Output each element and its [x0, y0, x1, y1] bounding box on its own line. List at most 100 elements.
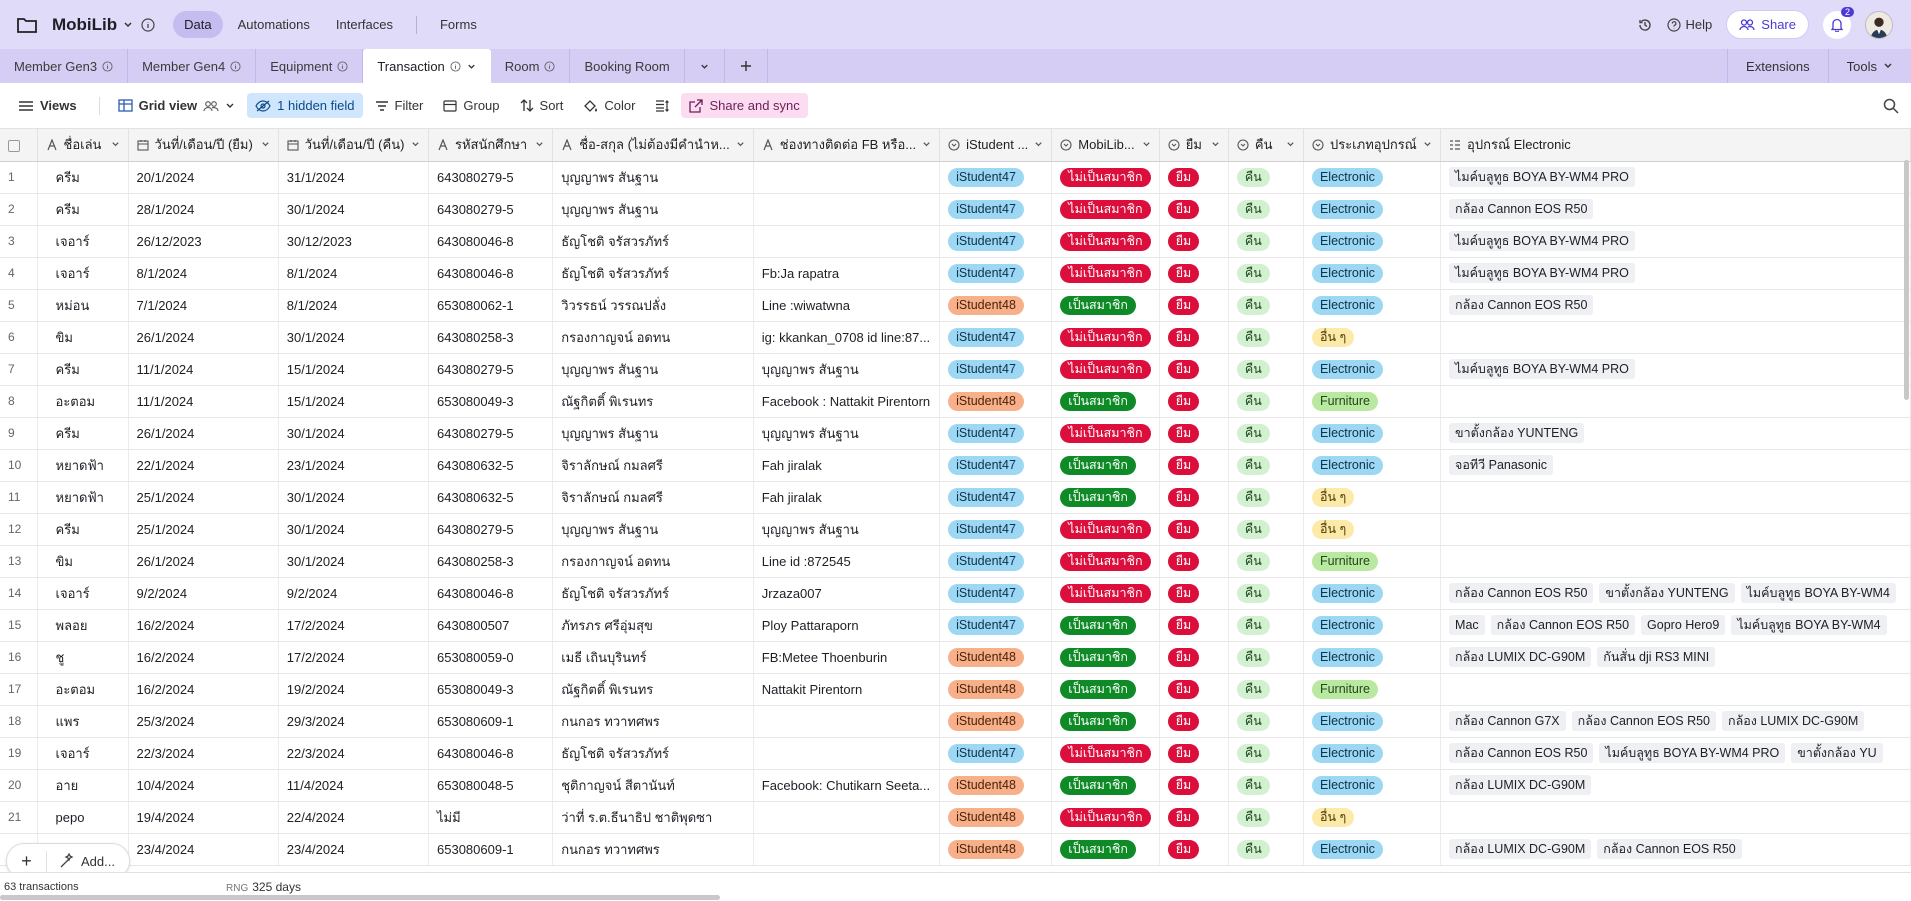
- column-header[interactable]: ช่องทางติดต่อ FB หรือ...: [753, 129, 941, 162]
- row-number-cell[interactable]: 6: [0, 321, 38, 354]
- table-row[interactable]: 2 ครีม 28/1/2024 30/1/2024 643080279-5 บุญญาพ…: [0, 193, 1911, 226]
- notifications-button[interactable]: 2: [1823, 6, 1854, 39]
- table-row[interactable]: 6 ขิม 26/1/2024 30/1/2024 643080258-3 กรองกาญ…: [0, 321, 1911, 354]
- mobilib-membership-cell[interactable]: เป็นสมาชิก: [1051, 449, 1160, 482]
- full-name-cell[interactable]: บุญญาพร สันฐาน: [552, 193, 754, 226]
- nav-tab-automations[interactable]: Automations: [227, 11, 321, 38]
- contact-cell[interactable]: Fah jiralak: [753, 449, 941, 482]
- return-status-cell[interactable]: คืน: [1228, 737, 1304, 770]
- table-tab-equipment[interactable]: Equipment: [256, 49, 364, 83]
- full-name-cell[interactable]: จิราลักษณ์ กมลศรี: [552, 449, 754, 482]
- return-date-cell[interactable]: 22/4/2024: [278, 801, 430, 834]
- nickname-cell[interactable]: ขิม: [37, 545, 129, 578]
- row-height-button[interactable]: [647, 95, 677, 117]
- borrow-date-cell[interactable]: 26/1/2024: [128, 545, 279, 578]
- contact-cell[interactable]: ig: kkankan_0708 id line:87...: [753, 321, 941, 354]
- equipment-type-cell[interactable]: Electronic: [1303, 193, 1442, 226]
- electronic-items-cell[interactable]: กล้อง Cannon EOS R50: [1440, 289, 1911, 322]
- electronic-items-cell[interactable]: กล้อง LUMIX DC-G90M กล้อง Cannon EOS R50: [1440, 833, 1911, 866]
- student-id-cell[interactable]: 643080046-8: [428, 225, 554, 258]
- nickname-cell[interactable]: ครีม: [37, 513, 129, 546]
- nickname-cell[interactable]: เจอาร์: [37, 257, 129, 290]
- full-name-cell[interactable]: ณัฐกิตติ์ พิเรนทร: [552, 385, 754, 418]
- table-row[interactable]: 19 เจอาร์ 22/3/2024 22/3/2024 643080046-8 ธัญ…: [0, 737, 1911, 770]
- student-id-cell[interactable]: 643080279-5: [428, 353, 554, 386]
- istudent-cell[interactable]: iStudent48: [939, 801, 1053, 834]
- return-status-cell[interactable]: คืน: [1228, 289, 1304, 322]
- borrow-date-cell[interactable]: 26/12/2023: [128, 225, 279, 258]
- views-button[interactable]: Views: [10, 93, 85, 118]
- row-number-cell[interactable]: 12: [0, 513, 38, 546]
- column-header[interactable]: iStudent ...: [939, 129, 1053, 162]
- student-id-cell[interactable]: 643080046-8: [428, 737, 554, 770]
- borrow-date-cell[interactable]: 23/4/2024: [128, 833, 279, 866]
- table-row[interactable]: 20 อาย 10/4/2024 11/4/2024 653080048-5 ชุติกา…: [0, 769, 1911, 802]
- return-status-cell[interactable]: คืน: [1228, 193, 1304, 226]
- electronic-items-cell[interactable]: [1440, 545, 1911, 578]
- share-and-sync-button[interactable]: Share and sync: [681, 93, 808, 118]
- electronic-items-cell[interactable]: ไมค์บลูทูธ BOYA BY-WM4 PRO: [1440, 225, 1911, 258]
- student-id-cell[interactable]: 653080048-5: [428, 769, 554, 802]
- return-date-cell[interactable]: 15/1/2024: [278, 353, 430, 386]
- nickname-cell[interactable]: ครีม: [37, 161, 129, 194]
- sort-button[interactable]: Sort: [512, 93, 572, 118]
- student-id-cell[interactable]: 6430800507: [428, 609, 554, 642]
- borrow-date-cell[interactable]: 22/1/2024: [128, 449, 279, 482]
- table-row[interactable]: 21 pepo 19/4/2024 22/4/2024 ไม่มี ว่าที่ ร.ต.…: [0, 801, 1911, 834]
- mobilib-membership-cell[interactable]: เป็นสมาชิก: [1051, 641, 1160, 674]
- equipment-type-cell[interactable]: Electronic: [1303, 161, 1442, 194]
- contact-cell[interactable]: [753, 225, 941, 258]
- full-name-cell[interactable]: ณัฐกิตติ์ พิเรนทร: [552, 673, 754, 706]
- student-id-cell[interactable]: ไม่มี: [428, 801, 554, 834]
- borrow-date-cell[interactable]: 16/2/2024: [128, 609, 279, 642]
- borrow-status-cell[interactable]: ยืม: [1159, 641, 1229, 674]
- column-header[interactable]: ยืม: [1159, 129, 1229, 162]
- electronic-items-cell[interactable]: [1440, 481, 1911, 514]
- borrow-date-cell[interactable]: 11/1/2024: [128, 353, 279, 386]
- return-status-cell[interactable]: คืน: [1228, 481, 1304, 514]
- table-tab-transaction[interactable]: Transaction: [363, 49, 491, 83]
- contact-cell[interactable]: Facebook: Chutikarn Seeta...: [753, 769, 941, 802]
- student-id-cell[interactable]: 643080279-5: [428, 161, 554, 194]
- electronic-items-cell[interactable]: [1440, 673, 1911, 706]
- contact-cell[interactable]: Jrzaza007: [753, 577, 941, 610]
- row-number-cell[interactable]: 20: [0, 769, 38, 802]
- nickname-cell[interactable]: อะตอม: [37, 385, 129, 418]
- column-header[interactable]: MobiLib...: [1051, 129, 1160, 162]
- table-row[interactable]: 16 ชู 16/2/2024 17/2/2024 653080059-0 เมธี เถ…: [0, 641, 1911, 674]
- return-status-cell[interactable]: คืน: [1228, 545, 1304, 578]
- full-name-cell[interactable]: บุญญาพร สันฐาน: [552, 353, 754, 386]
- student-id-cell[interactable]: 643080258-3: [428, 545, 554, 578]
- borrow-status-cell[interactable]: ยืม: [1159, 257, 1229, 290]
- table-row[interactable]: 15 พลอย 16/2/2024 17/2/2024 6430800507 ภัทรภร…: [0, 609, 1911, 642]
- borrow-date-cell[interactable]: 25/1/2024: [128, 481, 279, 514]
- select-all-header[interactable]: [0, 129, 38, 162]
- electronic-items-cell[interactable]: ไมค์บลูทูธ BOYA BY-WM4 PRO: [1440, 161, 1911, 194]
- return-status-cell[interactable]: คืน: [1228, 641, 1304, 674]
- equipment-type-cell[interactable]: Electronic: [1303, 641, 1442, 674]
- row-number-cell[interactable]: 18: [0, 705, 38, 738]
- return-status-cell[interactable]: คืน: [1228, 257, 1304, 290]
- equipment-type-cell[interactable]: Electronic: [1303, 769, 1442, 802]
- istudent-cell[interactable]: iStudent47: [939, 577, 1053, 610]
- row-number-cell[interactable]: 19: [0, 737, 38, 770]
- row-number-cell[interactable]: 8: [0, 385, 38, 418]
- column-header[interactable]: ชื่อเล่น: [37, 129, 129, 162]
- borrow-status-cell[interactable]: ยืม: [1159, 481, 1229, 514]
- table-tab-room[interactable]: Room: [491, 49, 571, 83]
- electronic-items-cell[interactable]: ไมค์บลูทูธ BOYA BY-WM4 PRO: [1440, 353, 1911, 386]
- return-status-cell[interactable]: คืน: [1228, 225, 1304, 258]
- mobilib-membership-cell[interactable]: เป็นสมาชิก: [1051, 385, 1160, 418]
- row-number-cell[interactable]: 14: [0, 577, 38, 610]
- mobilib-membership-cell[interactable]: เป็นสมาชิก: [1051, 609, 1160, 642]
- contact-cell[interactable]: Ploy Pattaraporn: [753, 609, 941, 642]
- return-status-cell[interactable]: คืน: [1228, 577, 1304, 610]
- mobilib-membership-cell[interactable]: ไม่เป็นสมาชิก: [1051, 801, 1160, 834]
- istudent-cell[interactable]: iStudent47: [939, 609, 1053, 642]
- nav-tab-interfaces[interactable]: Interfaces: [325, 11, 404, 38]
- mobilib-membership-cell[interactable]: เป็นสมาชิก: [1051, 769, 1160, 802]
- istudent-cell[interactable]: iStudent48: [939, 289, 1053, 322]
- column-header[interactable]: วันที่/เดือน/ปี (คืน): [278, 129, 430, 162]
- mobilib-membership-cell[interactable]: ไม่เป็นสมาชิก: [1051, 257, 1160, 290]
- table-row[interactable]: 3 เจอาร์ 26/12/2023 30/12/2023 643080046-8 ธั…: [0, 225, 1911, 258]
